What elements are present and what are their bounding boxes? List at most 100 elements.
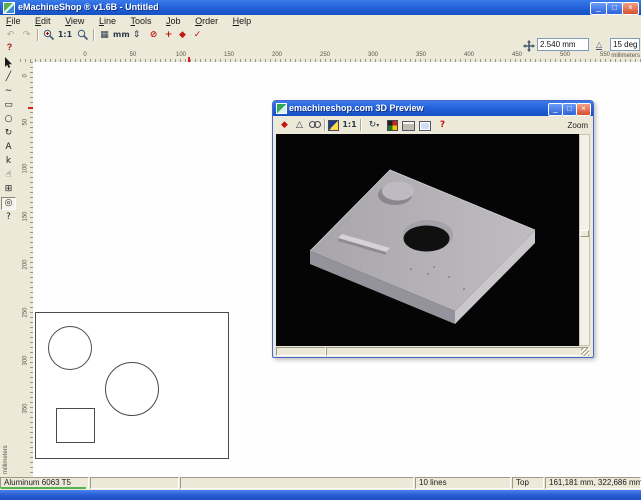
boss-top bbox=[382, 182, 414, 201]
check-design-icon[interactable]: ⊘ bbox=[146, 29, 161, 41]
zoom-region-icon[interactable] bbox=[75, 29, 90, 41]
preview-maximize-button[interactable]: □ bbox=[562, 103, 577, 116]
vertical-ruler: 0 50 100 150 200 250 300 350 bbox=[20, 62, 34, 477]
circle-tool[interactable]: ○ bbox=[1, 113, 16, 126]
maximize-button[interactable]: □ bbox=[606, 2, 623, 15]
preview-help-icon[interactable]: ? bbox=[435, 119, 450, 131]
pan-hand-tool[interactable]: ☝ bbox=[1, 169, 16, 182]
menu-job[interactable]: Job bbox=[160, 15, 187, 26]
h-ruler-unit: millimeters bbox=[611, 53, 640, 59]
preview-print-icon[interactable] bbox=[402, 121, 415, 131]
zoom-1to1-icon[interactable]: 1:1 bbox=[57, 29, 73, 41]
preview-resize-grip[interactable] bbox=[581, 348, 589, 356]
v-ruler-label: 100 bbox=[23, 162, 30, 174]
menu-line[interactable]: Line bbox=[93, 15, 122, 26]
h-ruler-label: 50 bbox=[130, 52, 137, 58]
application-window: eMachineShop ® v1.6B - Untitled _ □ × Fi… bbox=[0, 0, 641, 500]
status-pane-3 bbox=[180, 477, 414, 489]
add-feature-icon[interactable]: + bbox=[161, 29, 176, 41]
drawing[interactable] bbox=[35, 312, 231, 460]
zoom-slider-thumb[interactable] bbox=[580, 230, 589, 237]
measure-icon[interactable]: ⇕ bbox=[129, 29, 144, 41]
preview-pyramid-icon[interactable]: △ bbox=[292, 119, 307, 131]
curve-tool[interactable]: ∼ bbox=[1, 85, 16, 98]
units-icon[interactable]: mm bbox=[113, 29, 128, 41]
h-ruler-label: 200 bbox=[272, 52, 282, 58]
preview-toolbar: ◆ △ 1:1 ↻▾ ? Zoom bbox=[274, 116, 592, 134]
minimize-button[interactable]: _ bbox=[590, 2, 607, 15]
v-ruler-label: 350 bbox=[23, 402, 30, 414]
preview-gears-icon[interactable] bbox=[307, 119, 322, 131]
hole-dark bbox=[404, 226, 450, 252]
main-toolbar: ↶ ↷ 1:1 ▦ mm ⇕ ⊘ + ◆ ✓ ? △ bbox=[0, 28, 641, 52]
undo-icon[interactable]: ↶ bbox=[3, 29, 18, 41]
preview-snapshot-icon[interactable] bbox=[419, 121, 431, 131]
status-pane-2 bbox=[90, 477, 179, 489]
v-ruler-unit: millimeters bbox=[3, 430, 9, 474]
tool-help-button[interactable]: ? bbox=[1, 211, 16, 224]
preview-colors-icon[interactable] bbox=[387, 120, 398, 131]
text-tool[interactable]: A bbox=[1, 141, 16, 154]
angle-step-input[interactable] bbox=[610, 38, 640, 51]
v-ruler-label: 50 bbox=[23, 114, 30, 126]
status-line-count: 10 lines bbox=[415, 477, 511, 489]
h-ruler-label: 550 bbox=[600, 52, 610, 58]
part-outline-rect[interactable] bbox=[36, 313, 229, 459]
zoom-in-icon[interactable] bbox=[41, 29, 56, 41]
horizontal-ruler: 0 50 100 150 200 250 300 350 400 450 500… bbox=[20, 52, 641, 62]
price-diamond-icon[interactable]: ◆ bbox=[175, 29, 190, 41]
order-check-icon[interactable]: ✓ bbox=[190, 29, 205, 41]
h-ruler-label: 350 bbox=[416, 52, 426, 58]
close-button[interactable]: × bbox=[622, 2, 639, 15]
menu-order[interactable]: Order bbox=[189, 15, 224, 26]
context-help-button[interactable]: ? bbox=[3, 42, 16, 53]
preview-background-color-icon[interactable] bbox=[328, 120, 339, 131]
grid-snap-tool[interactable]: ⊞ bbox=[1, 183, 16, 196]
zoom-window-tool[interactable]: ◎ bbox=[1, 197, 16, 210]
rotate-tool[interactable]: ↻ bbox=[1, 127, 16, 140]
preview-close-button[interactable]: × bbox=[576, 103, 591, 116]
h-ruler-label: 300 bbox=[368, 52, 378, 58]
app-icon bbox=[3, 2, 15, 14]
preview-rotate-icon[interactable]: ↻▾ bbox=[364, 119, 384, 131]
menu-help[interactable]: Help bbox=[227, 15, 258, 26]
taskbar-sliver bbox=[0, 490, 641, 500]
select-tool[interactable] bbox=[1, 57, 16, 70]
pick-tool[interactable]: k bbox=[1, 155, 16, 168]
line-tool[interactable]: ╱ bbox=[1, 71, 16, 84]
h-ruler-label: 250 bbox=[320, 52, 330, 58]
rectangle-tool[interactable]: ▭ bbox=[1, 99, 16, 112]
preview-price-diamond-icon[interactable]: ◆ bbox=[277, 119, 292, 131]
preview-status-pane-1 bbox=[276, 347, 326, 356]
v-ruler-label: 250 bbox=[23, 306, 30, 318]
preview-title-bar: emachineshop.com 3D Preview _ □ × bbox=[273, 101, 593, 116]
3d-render bbox=[276, 134, 579, 346]
menu-edit[interactable]: Edit bbox=[29, 15, 57, 26]
h-ruler-label: 400 bbox=[464, 52, 474, 58]
status-view-name: Top bbox=[512, 477, 544, 489]
h-ruler-label: 100 bbox=[176, 52, 186, 58]
preview-window: emachineshop.com 3D Preview _ □ × ◆ △ 1:… bbox=[272, 100, 594, 358]
zoom-slider-label: Zoom bbox=[568, 121, 588, 130]
v-ruler-label: 300 bbox=[23, 354, 30, 366]
status-coordinates: 161,181 mm, 322,686 mm bbox=[545, 477, 641, 489]
preview-3d-viewport[interactable] bbox=[276, 134, 579, 346]
v-ruler-label: 0 bbox=[23, 66, 30, 78]
menu-file[interactable]: File bbox=[0, 15, 27, 26]
material-indicator-strip bbox=[1, 487, 86, 489]
preview-minimize-button[interactable]: _ bbox=[548, 103, 563, 116]
preview-window-title: emachineshop.com 3D Preview bbox=[289, 103, 424, 113]
preview-zoom-1to1-icon[interactable]: 1:1 bbox=[342, 119, 357, 131]
h-ruler-label: 450 bbox=[512, 52, 522, 58]
menu-tools[interactable]: Tools bbox=[125, 15, 158, 26]
preferences-icon[interactable]: ▦ bbox=[97, 29, 112, 41]
redo-icon[interactable]: ↷ bbox=[19, 29, 34, 41]
window-title: eMachineShop ® v1.6B - Untitled bbox=[18, 2, 159, 12]
angle-step-icon: △ bbox=[596, 40, 602, 50]
zoom-slider-track[interactable] bbox=[579, 134, 590, 346]
menu-bar: File Edit View Line Tools Job Order Help bbox=[0, 15, 641, 28]
v-ruler-label: 150 bbox=[23, 210, 30, 222]
menu-view[interactable]: View bbox=[59, 15, 90, 26]
move-step-input[interactable] bbox=[537, 38, 589, 51]
chevron-down-icon: ▾ bbox=[376, 122, 379, 129]
